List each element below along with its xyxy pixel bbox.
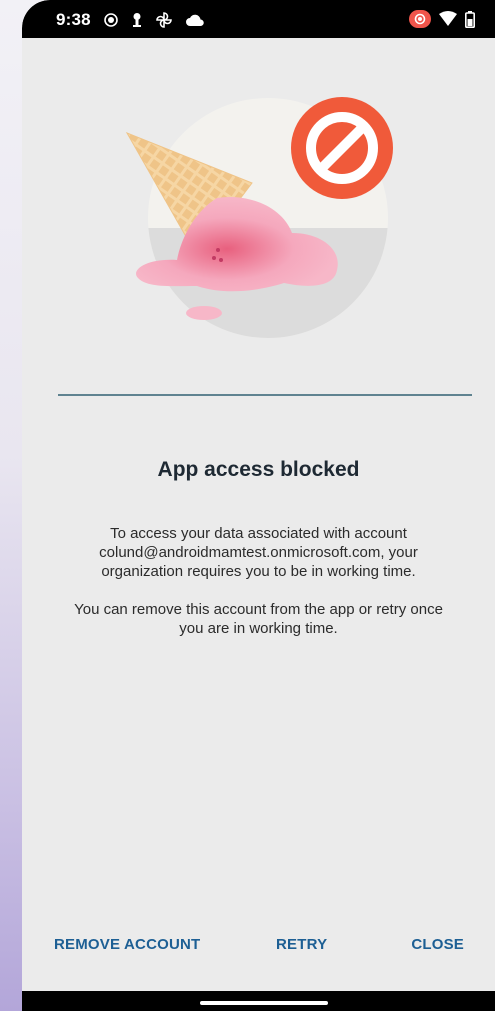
divider (58, 394, 472, 396)
dialog-title: App access blocked (157, 458, 360, 481)
app-screen: 9:38 App access blocked To access your d… (22, 0, 495, 1011)
ice-cream-sprinkle (219, 258, 223, 262)
record-icon (103, 12, 119, 28)
wifi-icon (439, 11, 457, 27)
gesture-handle[interactable] (200, 1001, 328, 1005)
retry-button[interactable]: RETRY (276, 936, 327, 953)
block-icon (291, 97, 393, 199)
close-button[interactable]: CLOSE (411, 936, 464, 953)
cloud-icon (185, 13, 205, 27)
remove-account-button[interactable]: REMOVE ACCOUNT (54, 936, 200, 953)
status-time: 9:38 (56, 10, 91, 29)
status-bar: 9:38 (22, 0, 495, 38)
navigation-bar (22, 991, 495, 1011)
battery-icon (465, 10, 475, 28)
status-right (409, 10, 475, 28)
key-icon (131, 12, 143, 28)
drip-puddle (186, 306, 222, 320)
cast-icon (409, 10, 431, 28)
status-left: 9:38 (56, 10, 205, 30)
pinwheel-icon (155, 11, 173, 29)
ice-cream-sprinkle (212, 256, 216, 260)
action-bar: REMOVE ACCOUNT RETRY CLOSE (22, 936, 495, 958)
blocked-illustration (125, 97, 393, 338)
dialog-message-retry: You can remove this account from the app… (74, 601, 443, 637)
dialog-message: To access your data associated with acco… (99, 525, 418, 580)
ice-cream-sprinkle (216, 248, 220, 252)
